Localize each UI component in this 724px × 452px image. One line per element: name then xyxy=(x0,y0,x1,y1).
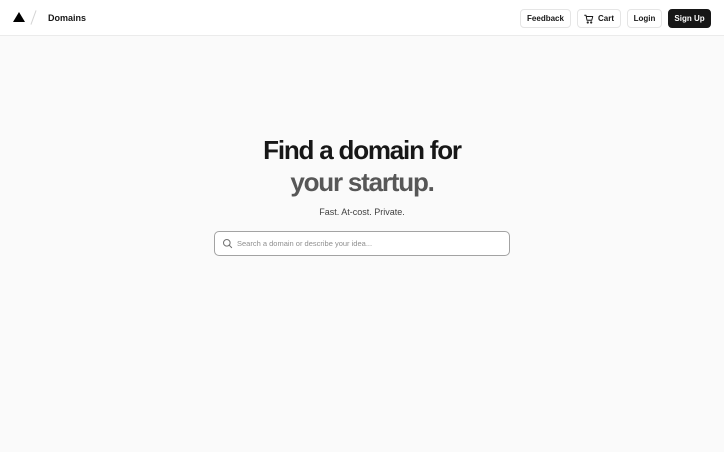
search-icon xyxy=(222,238,233,249)
domain-search-box[interactable] xyxy=(214,231,510,256)
cart-button[interactable]: Cart xyxy=(577,9,621,28)
domain-search-input[interactable] xyxy=(237,235,503,252)
hero-title-line-1: Find a domain for xyxy=(263,135,462,165)
top-bar: Domains Feedback Cart Login Sign Up xyxy=(0,0,724,36)
cart-icon xyxy=(584,14,594,24)
feedback-button[interactable]: Feedback xyxy=(520,9,571,28)
sign-up-button[interactable]: Sign Up xyxy=(668,9,711,28)
hero-title-line-2: your startup. xyxy=(290,167,435,197)
login-button-label: Login xyxy=(633,13,656,23)
cart-button-label: Cart xyxy=(597,13,614,23)
hero-title: Find a domain for your startup. xyxy=(0,134,724,198)
triangle-logo-icon[interactable] xyxy=(13,12,25,22)
login-button[interactable]: Login xyxy=(627,9,662,28)
sign-up-button-label: Sign Up xyxy=(674,13,705,23)
feedback-button-label: Feedback xyxy=(527,13,564,23)
breadcrumb-domains[interactable]: Domains xyxy=(48,11,86,25)
breadcrumb-separator xyxy=(30,10,37,25)
hero-subtitle: Fast. At-cost. Private. xyxy=(319,207,405,217)
